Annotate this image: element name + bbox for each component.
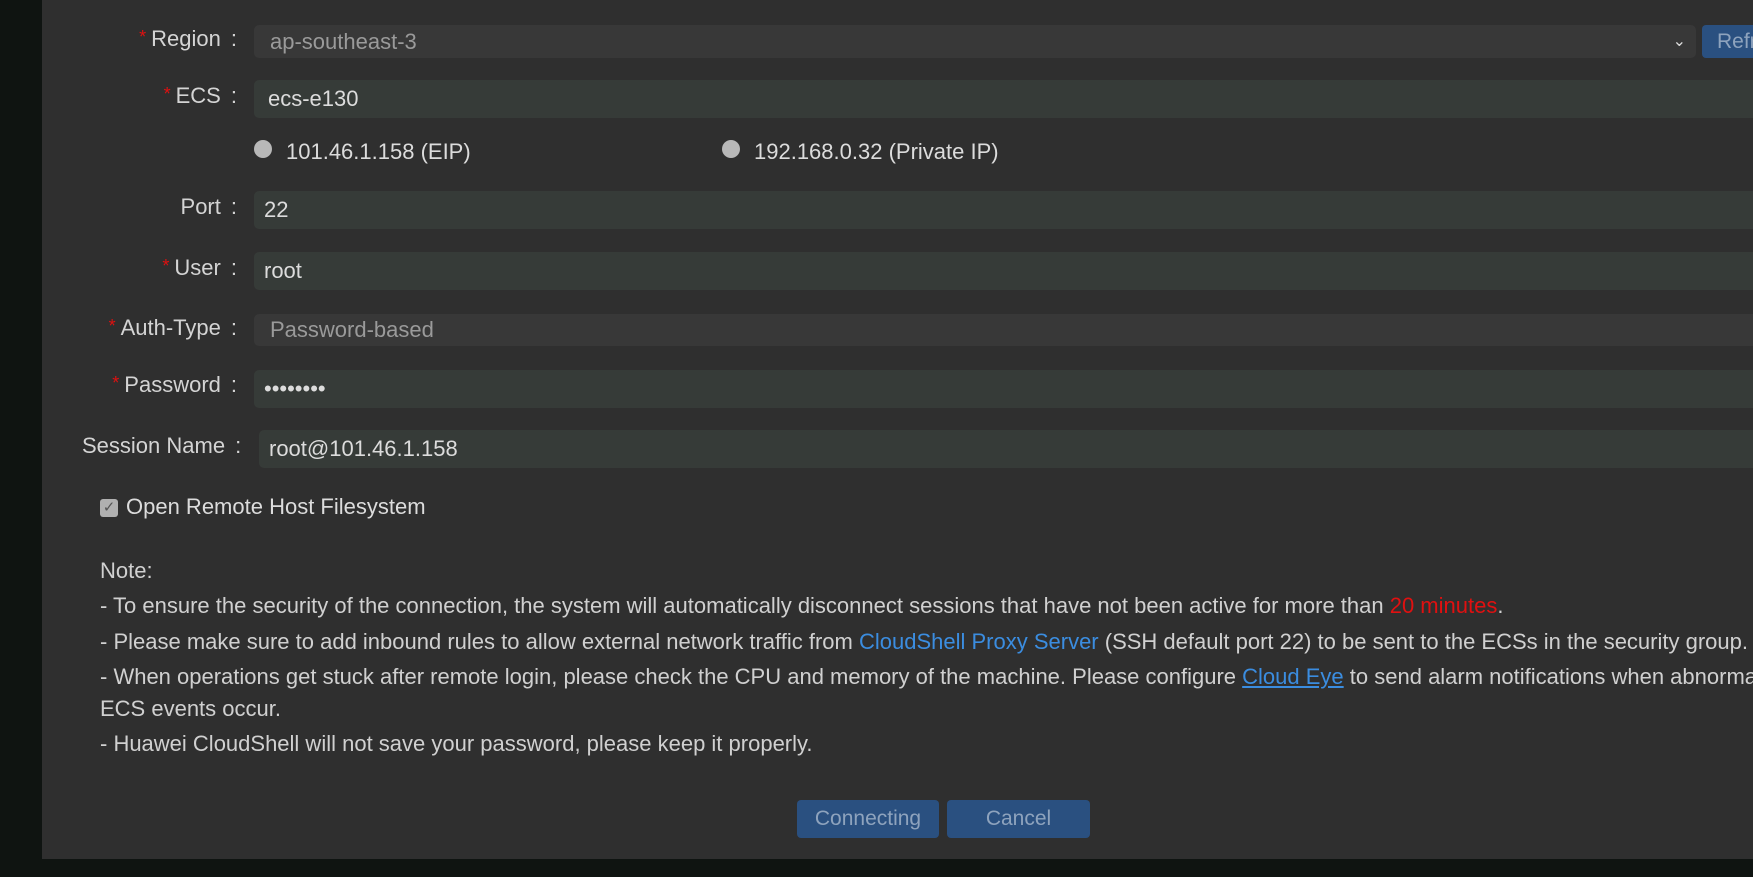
note-line-password: - Huawei CloudShell will not save your p… [100, 731, 813, 756]
auth-type-label: * Auth-Type: [109, 315, 237, 341]
ecs-input[interactable]: ecs-e130 [254, 80, 1753, 118]
auth-type-select[interactable]: Password-based [254, 314, 1753, 346]
note-title: Note: [100, 558, 153, 583]
ecs-label-text: ECS [175, 83, 221, 108]
note-text: - To ensure the security of the connecti… [100, 593, 1390, 618]
note-line-cloud-eye: - When operations get stuck after remote… [100, 664, 1753, 690]
chevron-down-icon: ⌄ [1672, 33, 1686, 50]
timeout-highlight: 20 minutes [1389, 593, 1498, 618]
open-filesystem-label[interactable]: Open Remote Host Filesystem [126, 494, 426, 520]
required-mark: * [108, 316, 116, 336]
required-mark: * [112, 373, 120, 393]
connecting-button[interactable]: Connecting [797, 800, 939, 838]
auth-type-label-text: Auth-Type [120, 315, 221, 340]
note-text: - Please make sure to add inbound rules … [100, 629, 859, 654]
password-label: * Password: [112, 372, 237, 398]
note-line-timeout: - To ensure the security of the connecti… [100, 593, 1503, 619]
note-text: to send alarm notifications when abnorma… [1343, 664, 1753, 689]
port-label: Port: [181, 194, 237, 220]
open-filesystem-checkbox[interactable]: ✓ [100, 499, 118, 517]
colon: : [230, 194, 237, 219]
note-line-inbound: - Please make sure to add inbound rules … [100, 629, 1748, 655]
colon: : [230, 26, 237, 51]
port-label-text: Port [180, 194, 221, 219]
cloud-eye-link[interactable]: Cloud Eye [1242, 664, 1344, 689]
session-name-label: Session Name: [82, 433, 241, 459]
cloudshell-proxy-server-link[interactable]: CloudShell Proxy Server [859, 629, 1099, 654]
required-mark: * [139, 27, 147, 47]
eip-radio-label[interactable]: 101.46.1.158 (EIP) [286, 139, 471, 165]
note-text: . [1497, 593, 1504, 618]
note-text: (SSH default port 22) to be sent to the … [1098, 629, 1748, 654]
colon: : [230, 83, 237, 108]
session-name-label-text: Session Name [82, 433, 226, 458]
ecs-label: * ECS: [164, 83, 237, 109]
colon: : [230, 255, 237, 280]
private-ip-radio[interactable] [722, 140, 740, 158]
user-input[interactable]: root [254, 252, 1753, 290]
required-mark: * [162, 256, 170, 276]
password-input[interactable]: •••••••• [254, 370, 1753, 408]
port-input[interactable]: 22 [254, 191, 1753, 229]
password-label-text: Password [124, 372, 221, 397]
refresh-button[interactable]: Refr [1702, 25, 1753, 58]
required-mark: * [163, 84, 171, 104]
note-line-cloud-eye-cont: ECS events occur. [100, 696, 281, 721]
region-label-text: Region [151, 26, 221, 51]
private-ip-radio-label[interactable]: 192.168.0.32 (Private IP) [754, 139, 999, 165]
note-text: - When operations get stuck after remote… [100, 664, 1243, 689]
colon: : [235, 433, 242, 458]
colon: : [230, 372, 237, 397]
region-value: ap-southeast-3 [270, 29, 417, 54]
region-label: * Region: [139, 26, 237, 52]
region-select[interactable]: ap-southeast-3 ⌄ [254, 25, 1696, 58]
eip-radio[interactable] [254, 140, 272, 158]
session-name-input[interactable]: root@101.46.1.158 [259, 430, 1753, 468]
user-label: * User: [162, 255, 237, 281]
user-label-text: User [174, 255, 221, 280]
colon: : [230, 315, 237, 340]
cancel-button[interactable]: Cancel [947, 800, 1090, 838]
